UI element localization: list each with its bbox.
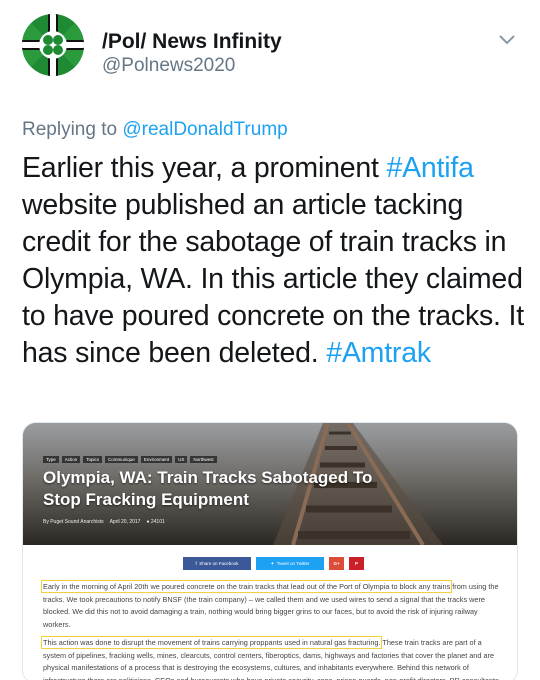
tweet-line-1: Earlier this year, a prominent #Antifa — [22, 150, 522, 187]
highlighted-text: Early in the morning of April 20th we po… — [40, 580, 453, 593]
article-title-line: Olympia, WA: Train Tracks Sabotaged To — [43, 468, 373, 487]
replying-to-label: Replying to — [22, 119, 118, 140]
share-gplus-button: G+ — [329, 557, 344, 570]
share-facebook-label: Share on Facebook — [199, 561, 239, 566]
hashtag-link[interactable]: #Amtrak — [326, 337, 431, 369]
breadcrumb-item: Environment — [140, 456, 173, 463]
share-twitter-label: Tweet on Twitter — [276, 561, 310, 566]
share-buttons: f Share on Facebook ✦ Tweet on Twitter G… — [183, 557, 364, 570]
attached-image[interactable]: Type Action Topics Communique Environmen… — [22, 422, 518, 680]
hashtag-link[interactable]: #Antifa — [386, 152, 474, 184]
tweet-line-6: has since been deleted. #Amtrak — [22, 335, 522, 372]
article-meta: By Puget Sound Anarchists April 20, 2017… — [43, 519, 165, 525]
article-title-line: Stop Fracking Equipment — [43, 490, 249, 509]
article-paragraph: This action was done to disrupt the move… — [40, 636, 503, 680]
breadcrumb-item: Type — [43, 456, 59, 463]
mention-link[interactable]: @realDonaldTrump — [122, 119, 287, 140]
display-name[interactable]: /Pol/ News Infinity — [102, 30, 282, 54]
breadcrumb-item: Northwest — [190, 456, 217, 463]
tweet-line-4: Olympia, WA. In this article they claime… — [22, 263, 523, 295]
tweet-line-3: credit for the sabotage of train tracks … — [22, 226, 507, 258]
article-date: April 20, 2017 — [109, 519, 141, 525]
article-author: By Puget Sound Anarchists — [43, 519, 104, 525]
highlighted-text: This action was done to disrupt the move… — [40, 636, 383, 649]
tweet-line-2: website published an article tacking — [22, 189, 464, 221]
tweet-text: Earlier this year, a prominent #Antifa w… — [22, 150, 524, 372]
account-handle[interactable]: @Polnews2020 — [102, 55, 235, 77]
article-paragraph: Early in the morning of April 20th we po… — [40, 580, 503, 631]
view-count: 24101 — [150, 519, 165, 525]
article-title: Olympia, WA: Train Tracks Sabotaged To S… — [43, 467, 423, 511]
tweet: /Pol/ News Infinity @Polnews2020 Replyin… — [0, 0, 540, 680]
breadcrumb-item: Action — [61, 456, 81, 463]
tweet-text-fragment: has since been deleted. — [22, 337, 327, 369]
share-pinterest-button: P — [349, 557, 364, 570]
article-hero-image: Type Action Topics Communique Environmen… — [23, 423, 517, 545]
breadcrumb-item: Topics — [83, 456, 103, 463]
article-breadcrumb: Type Action Topics Communique Environmen… — [43, 456, 217, 463]
breadcrumb-item: US — [175, 456, 188, 463]
share-twitter-button: ✦ Tweet on Twitter — [256, 557, 324, 570]
breadcrumb-item: Communique — [105, 456, 138, 463]
article-views: ● 24101 — [146, 519, 165, 525]
share-facebook-button: f Share on Facebook — [183, 557, 251, 570]
clover-flag-avatar-icon[interactable] — [22, 14, 84, 76]
tweet-text-fragment: Earlier this year, a prominent — [22, 152, 387, 184]
tweet-line-5: to have poured concrete on the tracks. I… — [22, 300, 524, 332]
chevron-down-icon[interactable] — [494, 29, 520, 49]
replying-to: Replying to @realDonaldTrump — [22, 119, 288, 141]
